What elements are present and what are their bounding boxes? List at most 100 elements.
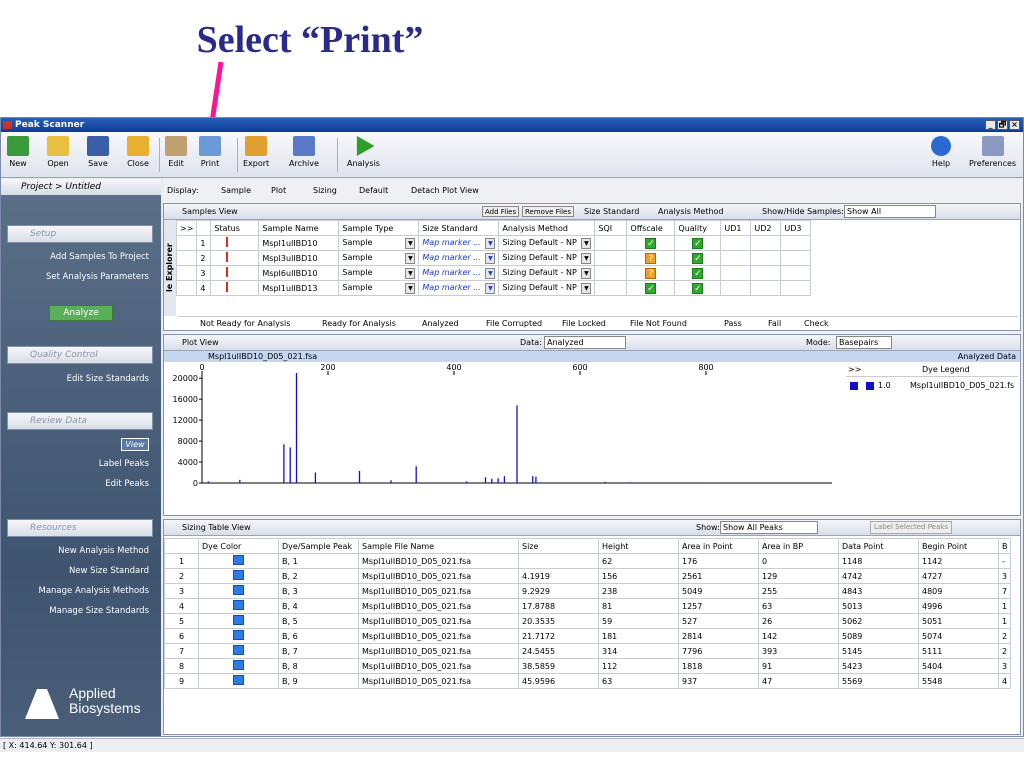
sizing-col-header[interactable]: Dye Color <box>198 538 279 554</box>
manage-size-standards-link[interactable]: Manage Size Standards <box>49 606 149 616</box>
sizing-col-header[interactable]: Size <box>518 538 599 554</box>
samples-col-header[interactable]: Sample Name <box>258 220 340 236</box>
sizing-row[interactable]: 8 B, 8 MspI1ulIBD10_D05_021.fsa 38.5859 112 1… <box>164 658 1011 674</box>
ud-cell[interactable] <box>750 280 782 296</box>
sizing-row[interactable]: 9 B, 9 MspI1ulIBD10_D05_021.fsa 45.9596 63 93… <box>164 673 1011 689</box>
label-selected-peaks-button[interactable]: Label Selected Peaks <box>870 521 952 534</box>
row-select[interactable] <box>175 265 198 281</box>
samples-col-header[interactable]: Size Standard <box>418 220 500 236</box>
ud-cell[interactable] <box>780 265 812 281</box>
new-analysis-method-link[interactable]: New Analysis Method <box>58 546 149 556</box>
electropherogram[interactable]: 0400080001200016000200000 200 400 600 800 <box>164 363 844 503</box>
size-standard-filter[interactable]: Size Standard <box>584 204 639 219</box>
size-standard-cell[interactable]: Map marker ... ▼ <box>418 280 500 296</box>
close-button[interactable]: Close <box>127 136 149 168</box>
samples-col-header[interactable]: >> <box>175 220 198 236</box>
analysis-method-cell[interactable]: Sizing Default - NP ▼ <box>498 280 596 296</box>
close-window-button[interactable]: × <box>1009 120 1020 130</box>
sizing-row[interactable]: 4 B, 4 MspI1ulIBD10_D05_021.fsa 17.8788 81 12… <box>164 598 1011 614</box>
analysis-method-cell[interactable]: Sizing Default - NP ▼ <box>498 250 596 266</box>
row-select[interactable] <box>175 235 198 251</box>
samples-col-header[interactable] <box>196 220 212 236</box>
sample-row[interactable]: 3 MspI6ulIBD10 Sample ▼ Map marker ... ▼ Sizin… <box>175 265 812 281</box>
samples-col-header[interactable]: Status <box>210 220 260 236</box>
sizing-col-header[interactable]: Data Point <box>838 538 919 554</box>
dropdown-arrow-icon[interactable]: ▼ <box>405 252 416 264</box>
data-select[interactable]: Analyzed <box>544 336 626 349</box>
ud-cell[interactable] <box>780 280 812 296</box>
dropdown-arrow-icon[interactable]: ▼ <box>485 267 496 279</box>
sizing-row[interactable]: 1 B, 1 MspI1ulIBD10_D05_021.fsa 62 176 0 1148 1… <box>164 553 1011 569</box>
sample-type[interactable]: Sample ▼ <box>338 250 420 266</box>
display-default-button[interactable]: Default <box>359 183 388 199</box>
size-standard-cell[interactable]: Map marker ... ▼ <box>418 250 500 266</box>
sample-type[interactable]: Sample ▼ <box>338 235 420 251</box>
print-button[interactable]: Print <box>199 136 221 168</box>
sizing-col-header[interactable]: B <box>998 538 1011 554</box>
edit-peaks-link[interactable]: Edit Peaks <box>105 479 149 489</box>
ud-cell[interactable] <box>780 235 812 251</box>
sample-type[interactable]: Sample ▼ <box>338 280 420 296</box>
ud-cell[interactable] <box>750 265 782 281</box>
ud-cell[interactable] <box>720 250 752 266</box>
sizing-row[interactable]: 2 B, 2 MspI1ulIBD10_D05_021.fsa 4.1919 156 25… <box>164 568 1011 584</box>
sizing-row[interactable]: 3 B, 3 MspI1ulIBD10_D05_021.fsa 9.2929 238 50… <box>164 583 1011 599</box>
sizing-col-header[interactable]: Height <box>598 538 679 554</box>
samples-col-header[interactable]: UD1 <box>720 220 752 236</box>
analysis-method-cell[interactable]: Sizing Default - NP ▼ <box>498 235 596 251</box>
help-button[interactable]: Help <box>931 136 951 168</box>
sample-row[interactable]: 2 MspI3ulIBD10 Sample ▼ Map marker ... ▼ Sizin… <box>175 250 812 266</box>
add-samples-link[interactable]: Add Samples To Project <box>50 252 149 262</box>
dropdown-arrow-icon[interactable]: ▼ <box>581 237 592 249</box>
samples-col-header[interactable]: Sample Type <box>338 220 420 236</box>
view-button[interactable]: View <box>121 438 149 451</box>
sample-row[interactable]: 4 MspI1ulIBD13 Sample ▼ Map marker ... ▼ Sizin… <box>175 280 812 296</box>
dye-legend-expand[interactable]: >> <box>848 365 861 374</box>
save-button[interactable]: Save <box>87 136 109 168</box>
setup-header[interactable]: Setup <box>7 225 153 243</box>
samples-col-header[interactable]: UD2 <box>750 220 782 236</box>
new-button[interactable]: New <box>7 136 29 168</box>
sample-row[interactable]: 1 MspI1ulIBD10 Sample ▼ Map marker ... ▼ Sizin… <box>175 235 812 251</box>
detach-plot-button[interactable]: Detach Plot View <box>411 183 479 199</box>
dropdown-arrow-icon[interactable]: ▼ <box>405 282 416 294</box>
sizing-row[interactable]: 6 B, 6 MspI1ulIBD10_D05_021.fsa 21.7172 181 2… <box>164 628 1011 644</box>
analysis-method-cell[interactable]: Sizing Default - NP ▼ <box>498 265 596 281</box>
sizing-col-header[interactable]: Begin Point <box>918 538 999 554</box>
open-button[interactable]: Open <box>47 136 69 168</box>
sample-type[interactable]: Sample ▼ <box>338 265 420 281</box>
preferences-button[interactable]: Preferences <box>969 136 1016 168</box>
sizing-col-header[interactable]: Area in Point <box>678 538 759 554</box>
dropdown-arrow-icon[interactable]: ▼ <box>581 267 592 279</box>
ud-cell[interactable] <box>750 250 782 266</box>
sizing-col-header[interactable] <box>164 538 199 554</box>
samples-col-header[interactable]: SQI <box>594 220 628 236</box>
samples-col-header[interactable]: UD3 <box>780 220 812 236</box>
samples-col-header[interactable]: Offscale <box>626 220 676 236</box>
dropdown-arrow-icon[interactable]: ▼ <box>581 252 592 264</box>
show-hide-select[interactable]: Show All <box>844 205 936 218</box>
dropdown-arrow-icon[interactable]: ▼ <box>485 237 496 249</box>
archive-button[interactable]: Archive <box>289 136 319 168</box>
row-select[interactable] <box>175 280 198 296</box>
ud-cell[interactable] <box>780 250 812 266</box>
analysis-button[interactable]: Analysis <box>347 136 380 168</box>
show-peaks-select[interactable]: Show All Peaks <box>720 521 818 534</box>
add-files-button[interactable]: Add Files <box>482 206 520 217</box>
size-standard-cell[interactable]: Map marker ... ▼ <box>418 265 500 281</box>
sizing-row[interactable]: 7 B, 7 MspI1ulIBD10_D05_021.fsa 24.5455 314 7… <box>164 643 1011 659</box>
row-select[interactable] <box>175 250 198 266</box>
analyze-button[interactable]: Analyze <box>49 305 113 321</box>
set-parameters-link[interactable]: Set Analysis Parameters <box>46 272 149 282</box>
remove-files-button[interactable]: Remove Files <box>522 206 574 217</box>
sample-name[interactable]: MspI1ulIBD13 <box>258 280 340 296</box>
restore-button[interactable]: 🗗 <box>997 120 1008 130</box>
ud-cell[interactable] <box>720 265 752 281</box>
ud-cell[interactable] <box>720 280 752 296</box>
sizing-row[interactable]: 5 B, 5 MspI1ulIBD10_D05_021.fsa 20.3535 59 52… <box>164 613 1011 629</box>
samples-col-header[interactable]: Quality <box>674 220 722 236</box>
dropdown-arrow-icon[interactable]: ▼ <box>405 267 416 279</box>
display-plot-button[interactable]: Plot <box>271 183 286 199</box>
label-peaks-link[interactable]: Label Peaks <box>99 459 149 469</box>
edit-size-standards-link[interactable]: Edit Size Standards <box>67 374 149 384</box>
